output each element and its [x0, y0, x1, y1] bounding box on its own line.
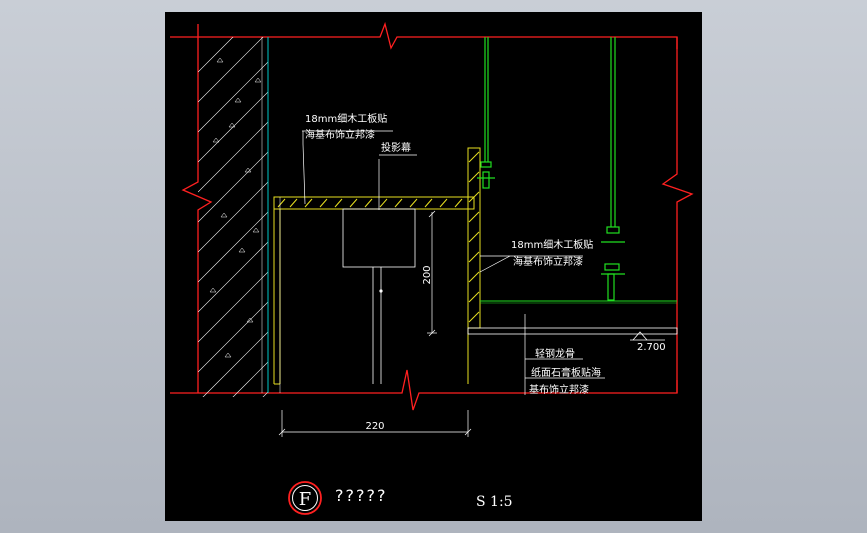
left-cladding	[273, 196, 475, 385]
right-box-board	[467, 147, 481, 384]
ceiling-boards	[467, 300, 678, 335]
elevation-label: 2.700	[637, 342, 666, 353]
elevation-marker	[630, 331, 665, 341]
annotation-gypsum-2: 基布饰立邦漆	[529, 383, 589, 396]
annotation-board-top-1: 18mm细木工板贴	[305, 112, 387, 125]
cad-viewport: 200 220 2.700 18mm细木工板贴 海基布饰立邦漆 投影幕 18mm…	[165, 12, 702, 521]
detail-symbol-letter: F	[299, 489, 312, 510]
dimension-200-label: 200	[422, 265, 433, 284]
drawing-title: ?????	[335, 486, 387, 505]
dimension-220-label: 220	[365, 421, 384, 432]
projection-screen	[342, 208, 416, 384]
annotation-gypsum-1: 纸面石膏板贴海	[531, 366, 601, 379]
annotation-keel: 轻钢龙骨	[535, 347, 575, 360]
annotation-board-right-1: 18mm细木工板贴	[511, 238, 593, 251]
detail-symbol: F	[288, 481, 322, 515]
section-drawing: 200 220 2.700 18mm细木工板贴 海基布饰立邦漆 投影幕 18mm…	[170, 21, 694, 515]
annotation-screen: 投影幕	[381, 141, 411, 154]
annotation-board-right-2: 海基布饰立邦漆	[513, 255, 583, 268]
annotation-board-top-2: 海基布饰立邦漆	[305, 128, 375, 141]
drawing-scale: S 1:5	[476, 494, 513, 510]
concrete-wall	[198, 37, 268, 397]
